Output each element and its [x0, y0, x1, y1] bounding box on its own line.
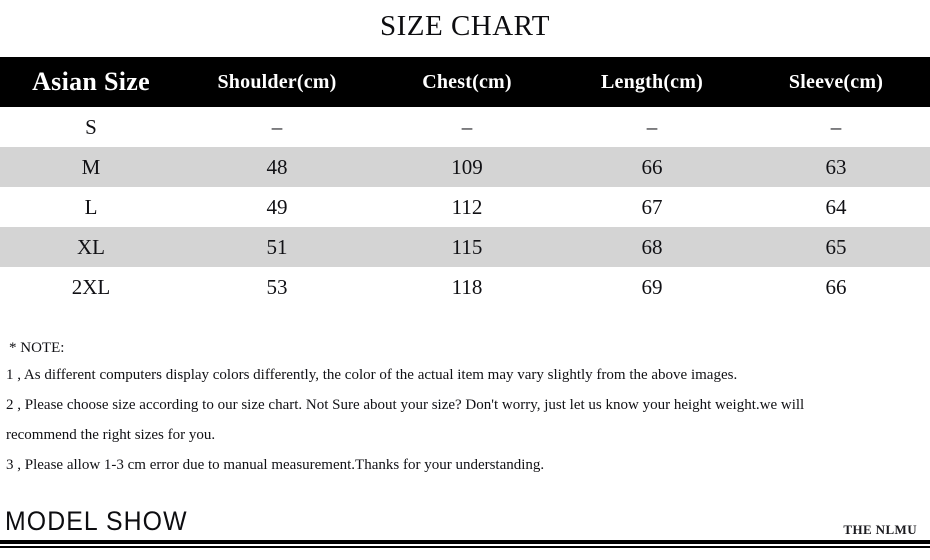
table-row: M 48 109 66 63 [0, 147, 930, 187]
cell-size: L [84, 195, 98, 219]
cell-length: 67 [641, 195, 663, 219]
cell-chest: – [461, 115, 473, 139]
cell-length: 68 [641, 235, 663, 259]
table-row: L 49 112 67 64 [0, 187, 930, 227]
cell-size: 2XL [71, 275, 111, 299]
cell-shoulder: – [271, 115, 283, 139]
table-row: S – – – – [0, 107, 930, 147]
cell-sleeve: 65 [825, 235, 847, 259]
cell-length: 66 [641, 155, 663, 179]
note-item-2: 2 , Please choose size according to our … [6, 397, 805, 413]
cell-chest: 115 [451, 235, 483, 259]
brand-watermark: THE NLMU [843, 522, 917, 537]
table-header-row: Asian Size Shoulder(cm) Chest(cm) Length… [0, 57, 930, 107]
cell-shoulder: 48 [266, 155, 288, 179]
column-header-chest: Chest(cm) [422, 71, 512, 93]
cell-size: XL [77, 235, 105, 259]
cell-length: – [646, 115, 658, 139]
note-item-1: 1 , As different computers display color… [6, 367, 738, 383]
table-row: 2XL 53 118 69 66 [0, 267, 930, 307]
size-chart-table: Asian Size Shoulder(cm) Chest(cm) Length… [0, 57, 930, 307]
cell-chest: 112 [451, 195, 483, 219]
cell-shoulder: 49 [266, 195, 288, 219]
column-header-asian-size: Asian Size [32, 67, 150, 96]
model-show-heading: MODEL SHOW [5, 506, 188, 536]
footer-divider-thick [0, 540, 930, 544]
footer-divider-thin [0, 546, 930, 548]
cell-sleeve: 63 [825, 155, 847, 179]
column-header-length: Length(cm) [601, 71, 703, 93]
cell-chest: 118 [451, 275, 483, 299]
cell-sleeve: 66 [825, 275, 847, 299]
column-header-shoulder: Shoulder(cm) [217, 71, 337, 93]
cell-shoulder: 53 [266, 275, 288, 299]
page-title: SIZE CHART [379, 10, 550, 42]
cell-shoulder: 51 [266, 235, 288, 259]
cell-size: M [81, 155, 101, 179]
cell-size: S [85, 115, 97, 139]
cell-length: 69 [641, 275, 663, 299]
cell-sleeve: – [830, 115, 842, 139]
notes-heading: * NOTE: [9, 340, 65, 356]
column-header-sleeve: Sleeve(cm) [788, 71, 884, 93]
cell-sleeve: 64 [825, 195, 847, 219]
notes-section: * NOTE: 1 , As different computers displ… [0, 336, 930, 480]
note-item-3: 3 , Please allow 1-3 cm error due to man… [6, 457, 545, 473]
cell-chest: 109 [451, 155, 483, 179]
note-item-2-continuation: recommend the right sizes for you. [6, 427, 216, 443]
table-row: XL 51 115 68 65 [0, 227, 930, 267]
